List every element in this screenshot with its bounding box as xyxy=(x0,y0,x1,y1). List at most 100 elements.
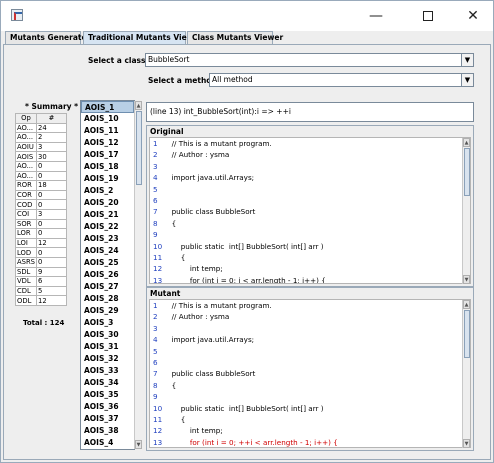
scroll-up-icon[interactable]: ▲ xyxy=(463,138,470,147)
summary-row[interactable]: LOI 12 xyxy=(14,237,67,249)
summary-row[interactable]: SOR 0 xyxy=(14,218,67,230)
summary-op-cell: LOI xyxy=(14,237,38,249)
summary-row[interactable]: AOIS 30 xyxy=(14,151,67,162)
line-number: 10 xyxy=(153,241,163,251)
summary-header-op[interactable]: Op xyxy=(14,113,38,124)
mutant-list-item[interactable]: AOIS_35 xyxy=(81,389,134,401)
mutant-list-item[interactable]: AOIS_37 xyxy=(81,413,134,425)
tab-traditional-mutants-viewer[interactable]: Traditional Mutants Viewer xyxy=(83,31,202,45)
summary-row[interactable]: AO... 24 xyxy=(14,122,67,134)
line-number: 9 xyxy=(153,392,158,402)
code-text: // Author : ysma xyxy=(167,150,230,160)
line-number: 10 xyxy=(153,403,163,413)
mutant-list-item[interactable]: AOIS_11 xyxy=(81,125,134,137)
minimize-button[interactable]: — xyxy=(353,1,399,31)
maximize-button[interactable] xyxy=(405,1,451,31)
summary-row[interactable]: COD 0 xyxy=(14,199,67,210)
mutant-list-item[interactable]: AOIS_17 xyxy=(81,149,134,161)
mutant-list-item[interactable]: AOIS_20 xyxy=(81,197,134,209)
mutant-list-item[interactable]: AOIS_1 xyxy=(81,101,134,113)
line-number: 1 xyxy=(153,301,158,310)
close-icon: ✕ xyxy=(467,8,479,24)
scroll-up-icon[interactable]: ▲ xyxy=(463,300,470,309)
summary-row[interactable]: ODL 12 xyxy=(14,295,67,306)
scroll-thumb[interactable] xyxy=(464,310,470,358)
summary-row[interactable]: VDL 6 xyxy=(14,276,67,287)
mutant-list-item[interactable]: AOIS_2 xyxy=(81,185,134,197)
mutant-code-line: 2 // Author : ysma xyxy=(150,311,470,322)
summary-row[interactable]: LOD 0 xyxy=(14,247,67,258)
summary-row[interactable]: SDL 9 xyxy=(14,266,67,278)
line-number: 1 xyxy=(153,139,158,148)
mutant-list-item[interactable]: AOIS_18 xyxy=(81,161,134,173)
mutant-list-item[interactable]: AOIS_33 xyxy=(81,365,134,377)
mutant-code-area[interactable]: 1 // This is a mutant program. 2 // Autho… xyxy=(149,299,471,448)
summary-row[interactable]: ASRS 0 xyxy=(14,256,67,268)
scroll-down-icon[interactable]: ▼ xyxy=(463,275,470,284)
tab-mutants-generator[interactable]: Mutants Generator xyxy=(5,31,90,44)
mutant-list-item[interactable]: AOIS_30 xyxy=(81,329,134,341)
mutant-list-item[interactable]: AOIS_26 xyxy=(81,269,134,281)
original-code-area[interactable]: 1 // This is a mutant program. 2 // Autho… xyxy=(149,137,471,284)
scroll-up-icon[interactable]: ▲ xyxy=(135,101,142,110)
summary-count-cell: 9 xyxy=(36,266,67,278)
original-code-line: 9 xyxy=(150,229,470,240)
mutant-list-item[interactable]: AOIS_21 xyxy=(81,209,134,221)
mutant-list-item[interactable]: AOIS_25 xyxy=(81,257,134,269)
code-text: { xyxy=(167,252,186,262)
mutant-list-item[interactable]: AOIS_34 xyxy=(81,377,134,389)
mutant-list-item[interactable]: AOIS_22 xyxy=(81,221,134,233)
mutant-scrollbar[interactable]: ▲ ▼ xyxy=(462,300,470,448)
summary-header-count[interactable]: # xyxy=(36,113,67,124)
tab-class-mutants-viewer[interactable]: Class Mutants Viewer xyxy=(187,31,283,44)
close-button[interactable]: ✕ xyxy=(450,1,494,31)
mutant-list-item[interactable]: AOIS_28 xyxy=(81,293,134,305)
mutant-list-item[interactable]: AOIS_32 xyxy=(81,353,134,365)
mutant-list-item[interactable]: AOIS_38 xyxy=(81,425,134,437)
mutant-list-item[interactable]: AOIS_12 xyxy=(81,137,134,149)
mutant-list-scrollbar[interactable]: ▲ ▼ xyxy=(134,101,142,449)
summary-count-cell: 6 xyxy=(36,276,67,287)
summary-count-cell: 0 xyxy=(36,189,67,201)
summary-row[interactable]: AO... 2 xyxy=(14,132,67,143)
mutant-list-item[interactable]: AOIS_23 xyxy=(81,233,134,245)
code-text: for (int i = 0; ++i < arr.length - 1; i+… xyxy=(167,437,338,447)
original-code-line: 4 import java.util.Arrays; xyxy=(150,172,470,183)
mutant-list-item[interactable]: AOIS_4 xyxy=(81,437,134,449)
summary-row[interactable]: LOR 0 xyxy=(14,228,67,239)
summary-row[interactable]: AO... 0 xyxy=(14,160,67,172)
mutation-description: (line 13) int_BubbleSort(int):i => ++i xyxy=(146,102,474,122)
mutant-list-item[interactable]: AOIS_3 xyxy=(81,317,134,329)
mutant-list-item[interactable]: AOIS_24 xyxy=(81,245,134,257)
scroll-down-icon[interactable]: ▼ xyxy=(135,440,142,449)
mutant-list-item[interactable]: AOIS_27 xyxy=(81,281,134,293)
summary-op-cell: COD xyxy=(14,199,38,210)
mutant-list-item[interactable]: AOIS_29 xyxy=(81,305,134,317)
summary-op-cell: ROR xyxy=(14,180,38,191)
line-number: 11 xyxy=(153,414,163,424)
original-scrollbar[interactable]: ▲ ▼ xyxy=(462,138,470,284)
summary-op-cell: LOR xyxy=(14,228,38,239)
mutant-list-item[interactable]: AOIS_31 xyxy=(81,341,134,353)
mutant-list-item[interactable]: AOIS_10 xyxy=(81,113,134,125)
mutant-code-line: 7 public class BubbleSort xyxy=(150,368,470,379)
scroll-thumb[interactable] xyxy=(136,111,142,185)
chevron-down-icon[interactable]: ▼ xyxy=(461,54,473,66)
summary-row[interactable]: CDL 5 xyxy=(14,285,67,297)
summary-count-cell: 2 xyxy=(36,132,67,143)
mutant-list-item[interactable]: AOIS_36 xyxy=(81,401,134,413)
summary-row[interactable]: AOIU 3 xyxy=(14,141,67,153)
summary-row[interactable]: AO... 0 xyxy=(14,170,67,182)
chevron-down-icon[interactable]: ▼ xyxy=(461,74,473,86)
summary-op-cell: AO... xyxy=(14,122,38,134)
mutant-list-item[interactable]: AOIS_19 xyxy=(81,173,134,185)
summary-row[interactable]: ROR 18 xyxy=(14,180,67,191)
method-select[interactable]: All method ▼ xyxy=(209,73,474,87)
summary-row[interactable]: COI 3 xyxy=(14,208,67,220)
scroll-thumb[interactable] xyxy=(464,148,470,196)
scroll-down-icon[interactable]: ▼ xyxy=(463,439,470,448)
summary-total: Total : 124 xyxy=(23,319,65,327)
class-select[interactable]: BubbleSort ▼ xyxy=(145,53,474,67)
summary-row[interactable]: COR 0 xyxy=(14,189,67,201)
code-text: int temp; xyxy=(167,264,223,274)
